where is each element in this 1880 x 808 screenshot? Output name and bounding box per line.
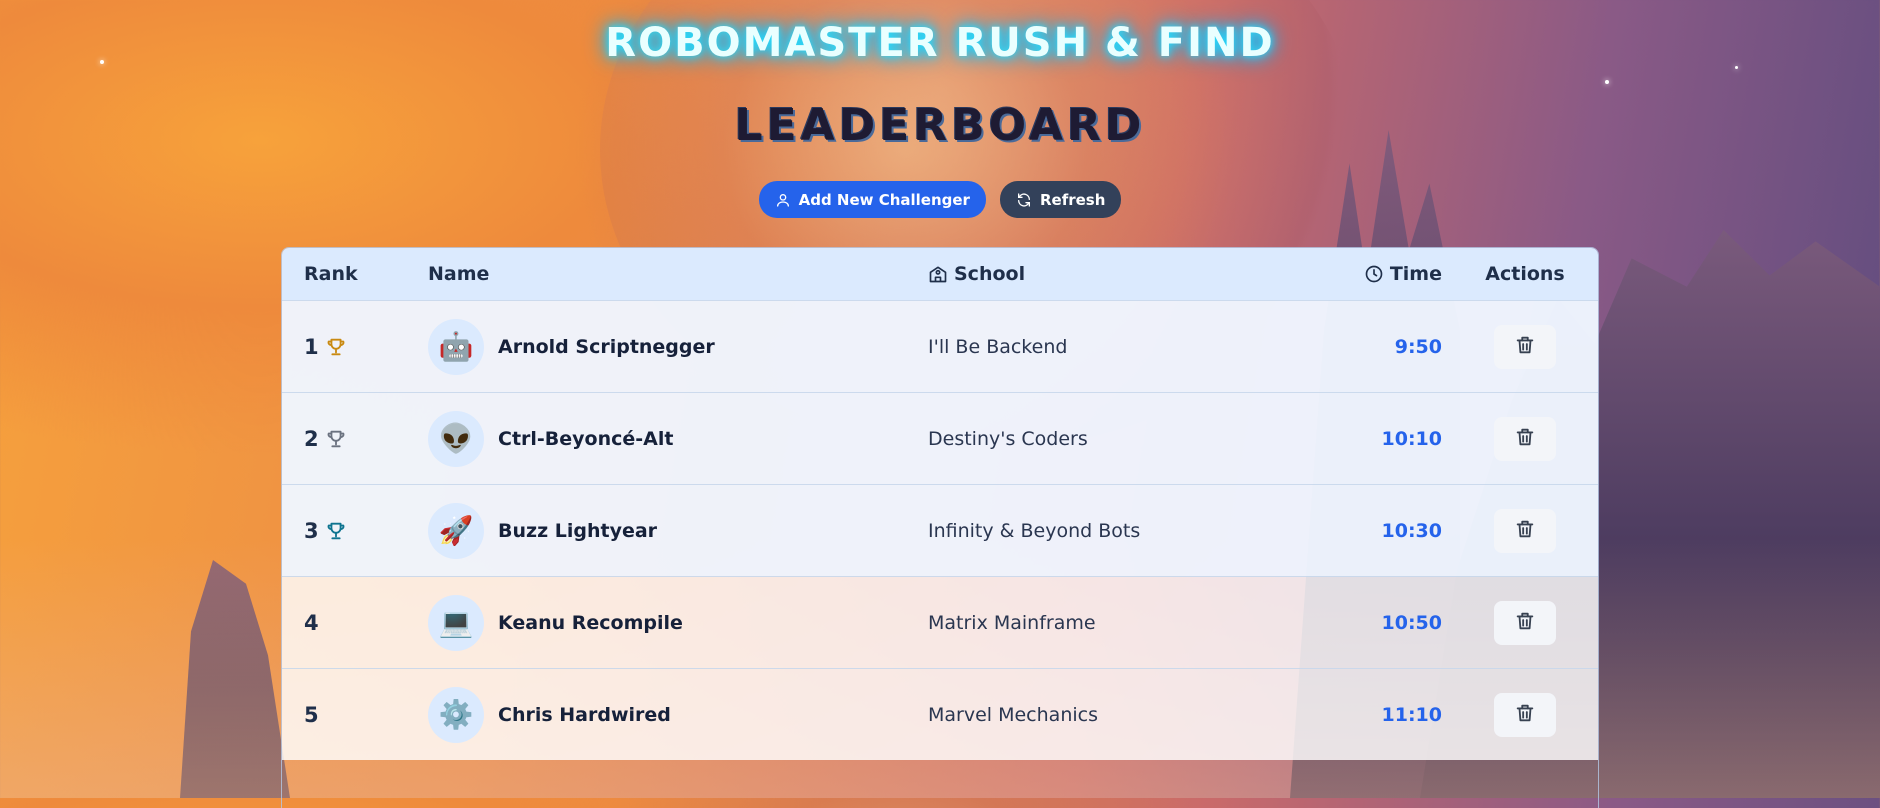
rank-number: 4 (304, 610, 319, 635)
actions-cell (1442, 324, 1598, 369)
actions-cell (1442, 600, 1598, 645)
column-label: School (954, 263, 1026, 285)
column-label: Actions (1485, 263, 1565, 285)
time-value: 11:10 (1381, 703, 1442, 726)
school-cell: Destiny's Coders (928, 428, 1348, 450)
clock-icon (1364, 264, 1384, 284)
leaderboard-page: ROBOMASTER RUSH & FIND LEADERBOARD Add N… (0, 0, 1880, 808)
rank-number: 3 (304, 518, 319, 543)
name-cell: 🤖 Arnold Scriptnegger (428, 318, 928, 375)
player-name: Arnold Scriptnegger (498, 335, 715, 358)
column-label: Name (428, 263, 490, 285)
actions-cell (1442, 508, 1598, 553)
add-challenger-button[interactable]: Add New Challenger (758, 181, 986, 218)
name-cell: 🚀 Buzz Lightyear (428, 502, 928, 559)
rank-cell: 2 (282, 427, 428, 451)
avatar: 👽 (428, 410, 484, 467)
time-value: 10:30 (1381, 519, 1442, 542)
trophy-icon (325, 520, 347, 542)
avatar: 🤖 (428, 318, 484, 375)
trash-icon (1514, 702, 1536, 727)
time-cell: 10:10 (1348, 428, 1442, 450)
school-name: Destiny's Coders (928, 427, 1088, 450)
rank-number: 1 (304, 334, 319, 359)
school-name: Infinity & Beyond Bots (928, 519, 1141, 542)
time-value: 10:10 (1381, 427, 1442, 450)
column-label: Rank (304, 263, 358, 285)
rank-cell: 4 (282, 611, 428, 635)
delete-button[interactable] (1494, 416, 1556, 461)
trash-icon (1514, 426, 1536, 451)
name-cell: 💻 Keanu Recompile (428, 594, 928, 651)
rank-number: 2 (304, 426, 319, 451)
school-cell: I'll Be Backend (928, 336, 1348, 358)
player-name: Buzz Lightyear (498, 519, 658, 542)
toolbar: Add New Challenger Refresh (0, 181, 1880, 218)
table-row: 2 👽 Ctrl-Beyoncé-Alt Destiny's Coders 10:10 (282, 392, 1598, 484)
trophy-icon (325, 336, 347, 358)
refresh-icon (1017, 192, 1030, 207)
rank-number: 5 (304, 702, 319, 727)
time-value: 9:50 (1394, 335, 1442, 358)
school-name: Matrix Mainframe (928, 611, 1096, 634)
delete-button[interactable] (1494, 324, 1556, 369)
avatar: 💻 (428, 594, 484, 651)
player-name: Chris Hardwired (498, 703, 671, 726)
school-cell: Marvel Mechanics (928, 704, 1348, 726)
delete-button[interactable] (1494, 508, 1556, 553)
leaderboard-title: LEADERBOARD (734, 100, 1146, 151)
school-name: Marvel Mechanics (928, 703, 1098, 726)
column-header-time: Time (1348, 263, 1442, 285)
time-cell: 11:10 (1348, 704, 1442, 726)
column-header-school: School (928, 263, 1348, 285)
school-cell: Infinity & Beyond Bots (928, 520, 1348, 542)
refresh-label: Refresh (1039, 190, 1106, 209)
table-body: 1 🤖 Arnold Scriptnegger I'll Be Backend 9:50… (282, 300, 1598, 760)
name-cell: ⚙️ Chris Hardwired (428, 686, 928, 743)
rank-cell: 3 (282, 519, 428, 543)
user-icon (776, 193, 789, 207)
table-row: 5 ⚙️ Chris Hardwired Marvel Mechanics 11:10 (282, 668, 1598, 760)
time-cell: 10:50 (1348, 612, 1442, 634)
player-name: Ctrl-Beyoncé-Alt (498, 427, 674, 450)
actions-cell (1442, 692, 1598, 737)
app-title: ROBOMASTER RUSH & FIND (605, 20, 1275, 66)
column-header-actions: Actions (1442, 263, 1598, 285)
school-cell: Matrix Mainframe (928, 612, 1348, 634)
leaderboard-table: Rank Name School Time Actions 1 🤖 Arnold S… (281, 247, 1599, 808)
trash-icon (1514, 518, 1536, 543)
time-cell: 10:30 (1348, 520, 1442, 542)
rank-cell: 5 (282, 703, 428, 727)
column-label: Time (1389, 263, 1442, 285)
column-header-rank: Rank (282, 263, 428, 285)
table-row: 3 🚀 Buzz Lightyear Infinity & Beyond Bots 10… (282, 484, 1598, 576)
avatar: 🚀 (428, 502, 484, 559)
trash-icon (1514, 334, 1536, 359)
time-cell: 9:50 (1348, 336, 1442, 358)
school-icon (928, 264, 948, 284)
add-challenger-label: Add New Challenger (798, 190, 970, 209)
delete-button[interactable] (1494, 692, 1556, 737)
delete-button[interactable] (1494, 600, 1556, 645)
school-name: I'll Be Backend (928, 335, 1068, 358)
time-value: 10:50 (1381, 611, 1442, 634)
column-header-name: Name (428, 263, 928, 285)
table-row: 4 💻 Keanu Recompile Matrix Mainframe 10:50 (282, 576, 1598, 668)
table-row: 1 🤖 Arnold Scriptnegger I'll Be Backend 9:50 (282, 300, 1598, 392)
player-name: Keanu Recompile (498, 611, 683, 634)
trash-icon (1514, 610, 1536, 635)
trophy-icon (325, 428, 347, 450)
name-cell: 👽 Ctrl-Beyoncé-Alt (428, 410, 928, 467)
actions-cell (1442, 416, 1598, 461)
refresh-button[interactable]: Refresh (999, 181, 1122, 218)
avatar: ⚙️ (428, 686, 484, 743)
table-header: Rank Name School Time Actions (282, 248, 1598, 300)
rank-cell: 1 (282, 335, 428, 359)
